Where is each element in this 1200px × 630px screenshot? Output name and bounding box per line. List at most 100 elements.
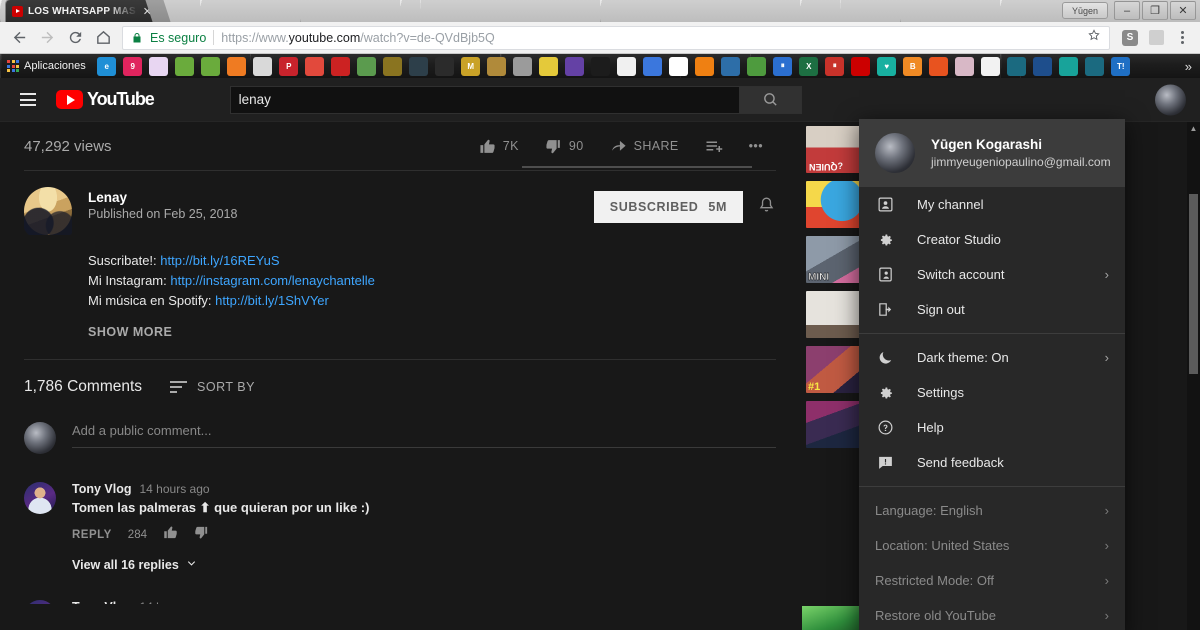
menu-item-sign-out[interactable]: Sign out	[859, 292, 1125, 327]
show-more-button[interactable]: SHOW MORE	[24, 311, 776, 339]
t-exclaim-icon[interactable]: T!	[1111, 56, 1131, 76]
minecraft-grass-icon[interactable]	[175, 56, 195, 76]
globe-dark-icon[interactable]	[409, 56, 429, 76]
notification-bell-icon[interactable]	[757, 195, 776, 219]
menu-item-creator-studio[interactable]: Creator Studio	[859, 222, 1125, 257]
zombie-icon[interactable]	[357, 56, 377, 76]
chess-knight-icon[interactable]	[253, 56, 273, 76]
subscribed-button[interactable]: SUBSCRIBED 5M	[593, 191, 743, 223]
extension-pdf-icon[interactable]	[1144, 26, 1168, 50]
page-white-icon[interactable]	[981, 56, 1001, 76]
channel-name[interactable]: Lenay	[88, 190, 237, 205]
forward-icon[interactable]	[34, 25, 60, 51]
channel-avatar[interactable]	[24, 187, 72, 235]
comment-input[interactable]: Add a public comment...	[72, 422, 776, 448]
mcv-icon[interactable]: M	[461, 56, 481, 76]
red-face-icon[interactable]	[305, 56, 325, 76]
description-link[interactable]: http://bit.ly/1ShVYer	[215, 293, 329, 308]
reload-icon[interactable]	[62, 25, 88, 51]
blogger-icon[interactable]: B	[903, 56, 923, 76]
grid-yellow-icon[interactable]	[383, 56, 403, 76]
recycle-teal-icon[interactable]	[1059, 56, 1079, 76]
nine-gag-icon[interactable]: 9	[123, 56, 143, 76]
comment-like-icon[interactable]	[163, 525, 178, 545]
avatar[interactable]	[24, 482, 56, 514]
google-docs-icon[interactable]	[643, 56, 663, 76]
description-link[interactable]: http://instagram.com/lenaychantelle	[170, 273, 375, 288]
deer-icon[interactable]	[487, 56, 507, 76]
account-header[interactable]: Yūgen Kogarashi jimmyeugeniopaulino@gmai…	[859, 119, 1125, 187]
apps-shortcut[interactable]: Aplicaciones	[4, 60, 94, 72]
head-gray-icon[interactable]	[513, 56, 533, 76]
anime-face-icon[interactable]	[955, 56, 975, 76]
pumpkin-icon[interactable]	[695, 56, 715, 76]
youtube-logo[interactable]: YouTube	[56, 89, 155, 110]
save-to-playlist-button[interactable]	[692, 129, 736, 163]
orb-icon[interactable]	[149, 56, 169, 76]
browser-tab[interactable]: LOS WHATSAPP MAS G ✕	[6, 0, 158, 22]
more-actions-button[interactable]: •••	[736, 129, 776, 163]
close-icon[interactable]: ✕	[143, 5, 152, 18]
like-button[interactable]: 7K	[466, 129, 532, 163]
comment-dislike-icon[interactable]	[194, 525, 209, 545]
menu-item-settings[interactable]: Settings	[859, 375, 1125, 410]
comment-author[interactable]: Tony Vlog	[72, 482, 132, 496]
globe-teal-2-icon[interactable]	[1085, 56, 1105, 76]
pokeball-icon[interactable]	[435, 56, 455, 76]
window-profile-chip[interactable]: Yūgen	[1061, 2, 1108, 19]
search-button[interactable]	[739, 85, 802, 114]
dislike-button[interactable]: 90	[532, 129, 597, 163]
pause-blue-icon[interactable]: ⏸	[773, 56, 793, 76]
menu-item-send-feedback[interactable]: Send feedback	[859, 445, 1125, 480]
share-button[interactable]: SHARE	[597, 129, 692, 163]
globe-teal-icon[interactable]	[1007, 56, 1027, 76]
extension-s-icon[interactable]: S	[1118, 26, 1142, 50]
pause-red-icon[interactable]: ⏸	[825, 56, 845, 76]
chevron-right-icon: ›	[1104, 608, 1109, 623]
green-block-icon[interactable]	[747, 56, 767, 76]
menu-item-my-channel[interactable]: My channel	[859, 187, 1125, 222]
description-link[interactable]: http://bit.ly/16REYuS	[160, 253, 279, 268]
page-scrollbar[interactable]: ▲	[1187, 122, 1200, 630]
youtube-red-icon[interactable]	[851, 56, 871, 76]
home-icon[interactable]	[90, 25, 116, 51]
address-bar[interactable]: Es seguro https://www.youtube.com/watch?…	[122, 25, 1110, 50]
globe-blue-icon[interactable]	[1033, 56, 1053, 76]
dark-circle-icon[interactable]	[591, 56, 611, 76]
minecraft-grass-2-icon[interactable]	[201, 56, 221, 76]
bookmark-star-icon[interactable]	[1079, 28, 1101, 47]
guide-menu-icon[interactable]	[14, 87, 42, 112]
menu-item-language[interactable]: Language: English ›	[859, 493, 1125, 528]
heart-teal-icon[interactable]: ♥	[877, 56, 897, 76]
twitch-icon[interactable]	[565, 56, 585, 76]
menu-item-dark-theme[interactable]: Dark theme: On ›	[859, 340, 1125, 375]
scrollbar-thumb[interactable]	[1189, 194, 1198, 374]
close-window-button[interactable]: ✕	[1170, 1, 1196, 20]
browser-menu-button[interactable]	[1170, 26, 1194, 50]
orange-star-icon[interactable]	[227, 56, 247, 76]
menu-item-restricted-mode[interactable]: Restricted Mode: Off ›	[859, 563, 1125, 598]
search-input[interactable]: lenay	[229, 85, 740, 114]
reply-button[interactable]: REPLY	[72, 529, 112, 541]
paper-plane-icon[interactable]	[721, 56, 741, 76]
menu-item-help[interactable]: Help	[859, 410, 1125, 445]
unicorn-icon[interactable]	[617, 56, 637, 76]
google-icon[interactable]: G	[669, 56, 689, 76]
menu-item-location[interactable]: Location: United States ›	[859, 528, 1125, 563]
vimeo-orange-icon[interactable]	[929, 56, 949, 76]
bookmarks-overflow-icon[interactable]: »	[1185, 59, 1196, 74]
pinterest-icon[interactable]: P	[279, 56, 299, 76]
view-replies-button[interactable]: View all 16 replies	[72, 545, 776, 572]
maximize-button[interactable]: ❐	[1142, 1, 1168, 20]
scroll-up-icon[interactable]: ▲	[1187, 124, 1200, 133]
menu-item-restore-old-youtube[interactable]: Restore old YouTube ›	[859, 598, 1125, 630]
menu-item-switch-account[interactable]: Switch account ›	[859, 257, 1125, 292]
sort-by-button[interactable]: SORT BY	[170, 380, 255, 394]
excel-icon[interactable]: X	[799, 56, 819, 76]
avatar[interactable]	[1155, 84, 1186, 115]
minimize-button[interactable]: –	[1114, 1, 1140, 20]
play-red-icon[interactable]	[331, 56, 351, 76]
internet-explorer-icon[interactable]: e	[97, 56, 117, 76]
back-icon[interactable]	[6, 25, 32, 51]
yellow-bird-icon[interactable]	[539, 56, 559, 76]
